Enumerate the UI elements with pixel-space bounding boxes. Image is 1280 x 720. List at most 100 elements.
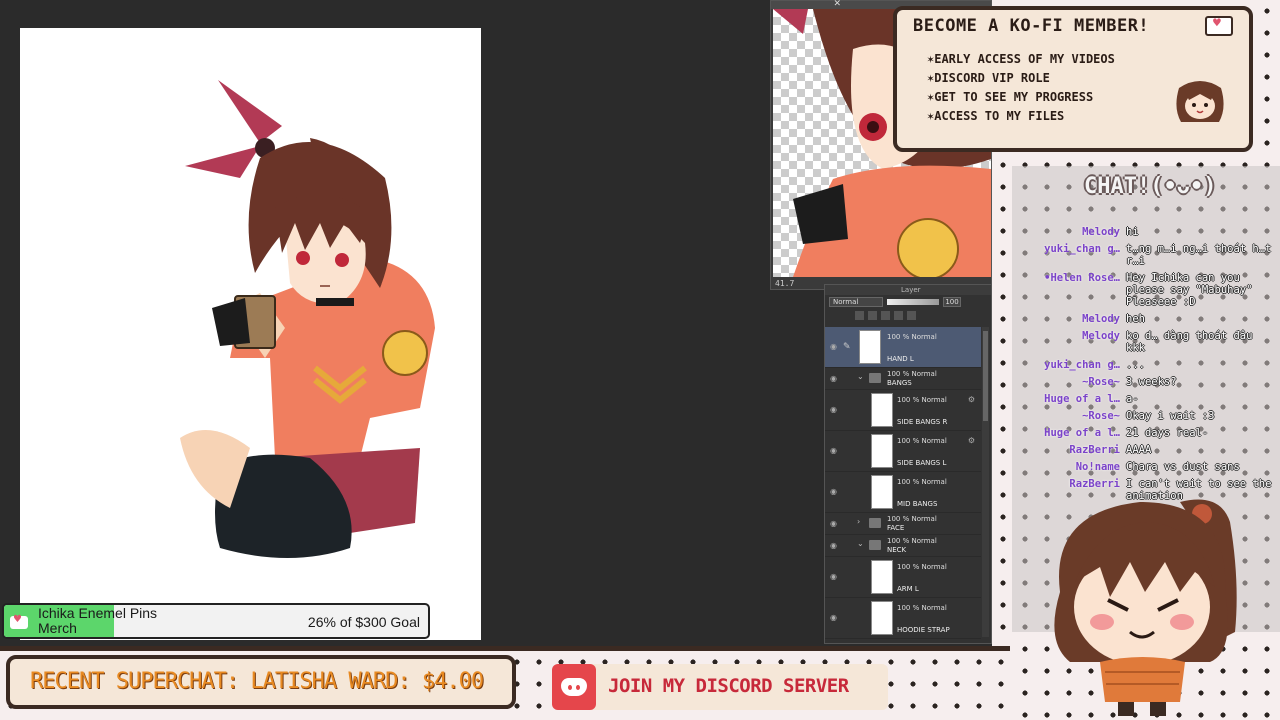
- kofi-cup-icon: [10, 614, 28, 629]
- layer-meta: 100 % Normal: [897, 604, 947, 612]
- layer-toolbar: Normal 100: [825, 295, 991, 309]
- chat-message: ~Rose~ 3 weeks?: [1012, 376, 1280, 388]
- discord-banner: JOIN MY DISCORD SERVER: [552, 664, 888, 710]
- layer-panel[interactable]: Layer Normal 100 ◉ ✎ 100 % Normal HAND L…: [824, 284, 992, 644]
- chat-message: yuki_chan g… t…ng m…i ng…i thoát h…t r…i: [1012, 243, 1280, 267]
- chat-username: ~Rose~: [1082, 410, 1120, 422]
- chat-text: Okay i wait :3: [1126, 410, 1215, 422]
- kofi-perk: GET TO SEE MY PROGRESS: [927, 88, 1115, 107]
- chat-text: Hey Ichika can you please say "Mabuhay" …: [1126, 272, 1253, 308]
- eye-icon[interactable]: ◉: [830, 406, 840, 414]
- layer-tool-icons: [825, 309, 991, 323]
- layer-row[interactable]: ◉ 100 % Normal ARM L: [825, 557, 981, 598]
- layer-name: SIDE BANGS L: [897, 459, 947, 467]
- chat-message: Melody heh: [1012, 313, 1280, 325]
- chat-text: heh: [1126, 313, 1145, 325]
- chat-text: Chara vs dust sans: [1126, 461, 1240, 473]
- scrollbar-thumb[interactable]: [983, 331, 988, 421]
- chat-text: 21 days real-: [1126, 427, 1209, 439]
- kofi-perk: EARLY ACCESS OF MY VIDEOS: [927, 50, 1115, 69]
- layer-name: SIDE BANGS R: [897, 418, 948, 426]
- opacity-value[interactable]: 100: [943, 297, 961, 307]
- new-folder-icon[interactable]: [868, 311, 877, 320]
- layer-row[interactable]: ◉ 100 % Normal SIDE BANGS R ⚙: [825, 390, 981, 431]
- eye-icon[interactable]: ◉: [830, 447, 840, 455]
- chat-message-list: Melody hi yuki_chan g… t…ng m…i ng…i thoát…: [1012, 226, 1280, 507]
- chibi-mascot-large: [1054, 499, 1237, 716]
- canvas-sheet[interactable]: [20, 28, 481, 640]
- chat-username: ~Rose~: [1082, 376, 1120, 388]
- layer-name: MID BANGS: [897, 500, 938, 508]
- blend-mode-select[interactable]: Normal: [829, 297, 883, 307]
- layer-meta: 100 % Normal: [897, 437, 947, 445]
- superchat-text: RECENT SUPERCHAT: LATISHA WARD: $4.00: [30, 669, 484, 694]
- goal-progress-text: 26% of $300 Goal: [307, 614, 420, 630]
- folder-icon: [869, 540, 881, 550]
- eye-icon[interactable]: ◉: [830, 374, 840, 383]
- discord-text: JOIN MY DISCORD SERVER: [608, 675, 849, 697]
- layer-row[interactable]: ◉ 100 % Normal HOODIE STRAP: [825, 598, 981, 639]
- reference-layer-icon: ⚙: [967, 395, 975, 404]
- layer-meta: 100 % Normal: [897, 478, 947, 486]
- recent-superchat-banner: RECENT SUPERCHAT: LATISHA WARD: $4.00: [6, 655, 516, 709]
- layer-meta: 100 % Normal: [897, 396, 947, 404]
- layer-panel-title: Layer: [825, 285, 991, 295]
- chat-text: AAAA: [1126, 444, 1152, 456]
- layer-meta: 100 % Normal: [887, 370, 937, 378]
- layer-name: BANGS: [887, 379, 912, 387]
- layer-name: FACE: [887, 524, 905, 532]
- chat-username: Melody: [1082, 313, 1120, 325]
- chevron-right-icon[interactable]: ›: [857, 517, 860, 526]
- layer-list: ◉ ✎ 100 % Normal HAND L ◉ ⌄ 100 % Normal…: [825, 327, 981, 639]
- chat-username: No!name: [1075, 461, 1120, 473]
- eye-icon[interactable]: ◉: [830, 488, 840, 496]
- opacity-slider[interactable]: [887, 299, 939, 305]
- lock-icon[interactable]: [881, 311, 890, 320]
- layer-name: NECK: [887, 546, 907, 554]
- character-artwork: [180, 80, 435, 558]
- eye-icon[interactable]: ◉: [830, 519, 840, 528]
- chat-text: hi: [1126, 226, 1139, 238]
- layer-scrollbar[interactable]: [982, 327, 989, 637]
- layer-thumbnail: [871, 601, 893, 635]
- layer-folder-row[interactable]: ◉ ⌄ 100 % Normal NECK: [825, 535, 981, 557]
- chat-username: Huge of a l…: [1044, 427, 1120, 439]
- layer-folder-row[interactable]: ◉ › 100 % Normal FACE: [825, 513, 981, 535]
- folder-icon: [869, 373, 881, 383]
- chat-username: yuki_chan g…: [1044, 359, 1120, 371]
- kofi-perks-list: EARLY ACCESS OF MY VIDEOS DISCORD VIP RO…: [927, 50, 1115, 126]
- chevron-down-icon[interactable]: ⌄: [857, 372, 864, 381]
- layer-name: ARM L: [897, 585, 919, 593]
- layer-row[interactable]: ◉ ✎ 100 % Normal HAND L: [825, 327, 981, 368]
- layer-thumbnail: [871, 475, 893, 509]
- layer-row[interactable]: ◉ 100 % Normal MID BANGS: [825, 472, 981, 513]
- chat-message: Melody ko d… dàng thoát đâu kkk: [1012, 330, 1280, 354]
- kofi-promo-card: BECOME A KO-FI MEMBER! EARLY ACCESS OF M…: [893, 6, 1253, 152]
- delete-layer-icon[interactable]: [907, 311, 916, 320]
- discord-icon: [552, 664, 596, 710]
- layer-thumbnail: [871, 393, 893, 427]
- layer-row[interactable]: ◉ 100 % Normal SIDE BANGS L ⚙: [825, 431, 981, 472]
- drawing-canvas-area[interactable]: [0, 0, 770, 650]
- kofi-title: BECOME A KO-FI MEMBER!: [913, 16, 1150, 36]
- chat-username: RazBerri: [1069, 444, 1120, 456]
- layer-meta: 100 % Normal: [887, 333, 937, 341]
- chat-text: t…ng m…i ng…i thoát h…t r…i: [1126, 243, 1272, 267]
- layer-thumbnail: [859, 330, 881, 364]
- eye-icon[interactable]: ◉: [830, 343, 840, 351]
- eye-icon[interactable]: ◉: [830, 541, 840, 550]
- close-icon[interactable]: ✕: [833, 0, 841, 9]
- chat-text: ko d… dàng thoát đâu kkk: [1126, 330, 1253, 354]
- chat-message: No!name Chara vs dust sans: [1012, 461, 1280, 473]
- mask-icon[interactable]: [894, 311, 903, 320]
- chevron-down-icon[interactable]: ⌄: [857, 539, 864, 548]
- donation-goal-bar: Ichika Enemel Pins Merch 26% of $300 Goa…: [2, 603, 430, 639]
- zoom-level: 41.7: [775, 279, 795, 288]
- new-layer-icon[interactable]: [855, 311, 864, 320]
- eye-icon[interactable]: ◉: [830, 614, 840, 622]
- chat-text: 3 weeks?: [1126, 376, 1177, 388]
- chat-username: Melody: [1082, 226, 1120, 238]
- layer-folder-row[interactable]: ◉ ⌄ 100 % Normal BANGS: [825, 368, 981, 390]
- folder-icon: [869, 518, 881, 528]
- eye-icon[interactable]: ◉: [830, 573, 840, 581]
